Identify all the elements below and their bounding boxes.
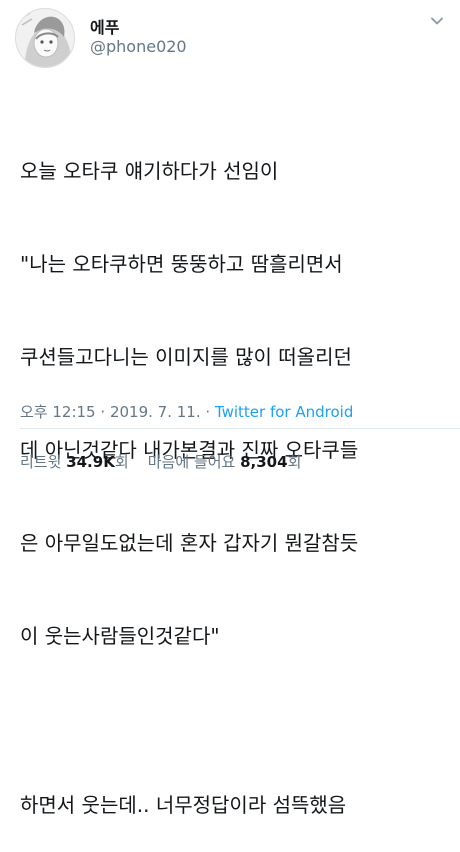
meta-separator: ·: [100, 403, 110, 421]
tweet-time[interactable]: 오후 12:15: [20, 403, 96, 421]
tweet-text-line: 오늘 오타쿠 얘기하다가 선임이: [20, 159, 279, 183]
tweet-text-line: 은 아무일도없는데 혼자 갑자기 뭔갈참듯: [20, 531, 359, 555]
likes-label: 마음에 들어요: [147, 453, 236, 471]
retweets-label: 리트윗: [20, 453, 62, 471]
tweet-text-line: 하면서 웃는데.. 너무정답이라 섬뜩했음: [20, 793, 347, 817]
tweet-text-line: 쿠션들고다니는 이미지를 많이 떠올리던: [20, 345, 352, 369]
tweet-text-line: "나는 오타쿠하면 뚱뚱하고 땀흘리면서: [20, 252, 343, 276]
tweet-date[interactable]: 2019. 7. 11.: [110, 403, 201, 421]
display-name[interactable]: 에푸: [90, 14, 119, 38]
tweet-text-line: 이 웃는사람들인것같다": [20, 624, 220, 648]
likes-stat[interactable]: 마음에 들어요 8,304회: [148, 453, 302, 471]
tweet-stats: 리트윗 34.9K회 마음에 들어요 8,304회: [20, 451, 301, 472]
retweets-unit: 회: [114, 453, 129, 471]
chevron-down-icon[interactable]: [430, 14, 444, 28]
retweets-stat[interactable]: 리트윗 34.9K회: [20, 453, 129, 471]
stat-spacer: [133, 453, 143, 471]
user-handle[interactable]: @phone020: [90, 37, 187, 56]
tweet-text: 오늘 오타쿠 얘기하다가 선임이 "나는 오타쿠하면 뚱뚱하고 땀흘리면서 쿠션…: [20, 94, 450, 852]
retweets-count: 34.9K: [66, 453, 115, 471]
tweet-source-link[interactable]: Twitter for Android: [215, 403, 353, 421]
avatar[interactable]: [15, 8, 75, 68]
likes-unit: 회: [287, 453, 302, 471]
divider: [20, 428, 460, 429]
tweet-meta: 오후 12:15 · 2019. 7. 11. · Twitter for An…: [20, 401, 353, 422]
likes-count: 8,304: [240, 453, 288, 471]
tweet-header: 에푸 @phone020: [0, 0, 460, 80]
meta-separator: ·: [205, 403, 215, 421]
avatar-illustration-icon: [16, 9, 74, 67]
